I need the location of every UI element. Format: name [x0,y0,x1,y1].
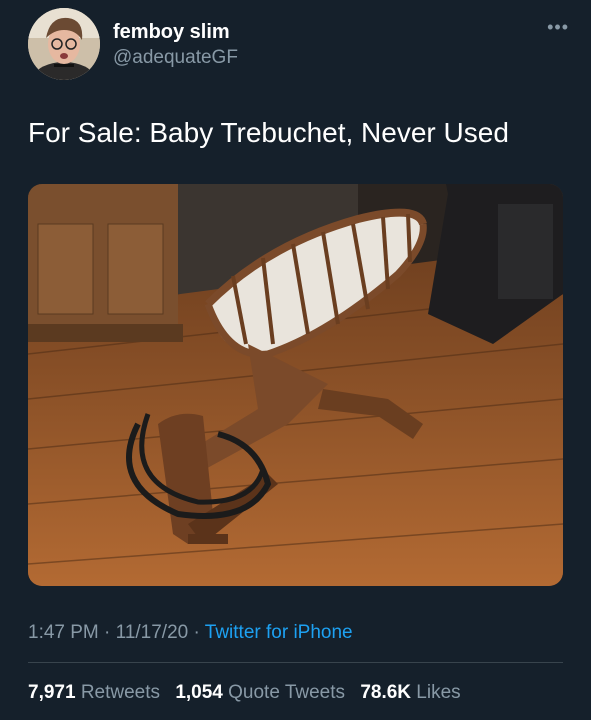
tweet-header: femboy slim @adequateGF ••• [28,8,569,84]
divider [28,662,563,663]
retweets-stat[interactable]: 7,971 Retweets [28,682,160,703]
tweet-date[interactable]: 11/17/20 [116,622,189,643]
tweet-container: femboy slim @adequateGF ••• For Sale: Ba… [0,0,591,720]
avatar[interactable] [28,8,100,80]
author-names: femboy slim @adequateGF [113,20,238,70]
tweet-stats: 7,971 Retweets 1,054 Quote Tweets 78.6K … [28,680,471,706]
tweet-meta: 1:47 PM · 11/17/20 · Twitter for iPhone [28,620,353,646]
display-name[interactable]: femboy slim [113,20,238,44]
tweet-text: For Sale: Baby Trebuchet, Never Used [28,117,509,148]
meta-separator: · [188,622,205,643]
quote-tweets-stat[interactable]: 1,054 Quote Tweets [175,682,345,703]
tweet-source[interactable]: Twitter for iPhone [205,622,353,643]
tweet-time[interactable]: 1:47 PM [28,622,99,643]
quote-tweets-count: 1,054 [175,682,223,703]
tweet-media[interactable] [28,184,563,586]
more-dots-icon[interactable]: ••• [547,18,569,36]
avatar-image [28,8,100,80]
likes-stat[interactable]: 78.6K Likes [360,682,460,703]
cradle-photo [28,184,563,586]
retweets-label: Retweets [80,682,161,703]
likes-label: Likes [416,682,461,703]
quote-tweets-label: Quote Tweets [228,682,346,703]
retweets-count: 7,971 [28,682,76,703]
meta-separator: · [98,622,116,643]
user-handle[interactable]: @adequateGF [113,46,238,70]
likes-count: 78.6K [360,682,412,703]
